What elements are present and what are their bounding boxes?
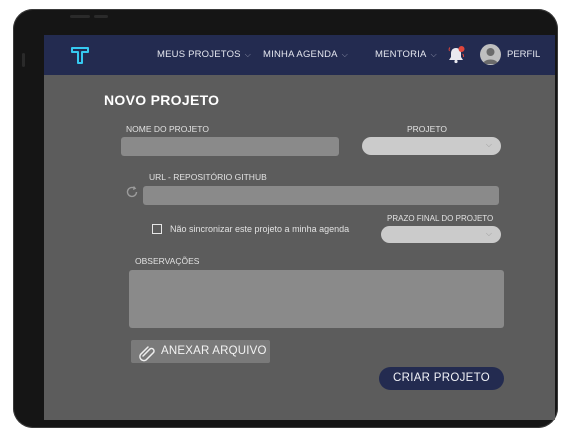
- deadline-select[interactable]: ⌵: [381, 226, 501, 243]
- profile-link[interactable]: PERFIL: [507, 49, 540, 60]
- paperclip-icon: [139, 346, 155, 362]
- tablet-frame: MEUS PROJETOS ⌵ MINHA AGENDA ⌵ MENTORIA ⌵: [13, 9, 558, 428]
- top-navbar: MEUS PROJETOS ⌵ MINHA AGENDA ⌵ MENTORIA ⌵: [44, 35, 555, 75]
- nav-meus-projetos[interactable]: MEUS PROJETOS ⌵: [157, 49, 251, 60]
- bell-icon[interactable]: [446, 45, 466, 65]
- notes-textarea[interactable]: [129, 270, 504, 328]
- app-screen: MEUS PROJETOS ⌵ MINHA AGENDA ⌵ MENTORIA ⌵: [44, 35, 555, 420]
- github-url-input[interactable]: [143, 186, 499, 205]
- github-url-label: URL - REPOSITÓRIO GITHUB: [149, 172, 267, 182]
- nav-meus-projetos-label: MEUS PROJETOS: [157, 49, 241, 60]
- project-name-label: NOME DO PROJETO: [126, 124, 209, 134]
- create-project-button[interactable]: CRIAR PROJETO: [379, 367, 504, 390]
- tablet-button: [22, 53, 25, 67]
- deadline-label: PRAZO FINAL DO PROJETO: [387, 214, 494, 223]
- t-logo-icon[interactable]: [70, 45, 90, 65]
- user-avatar-icon[interactable]: [480, 44, 501, 65]
- project-select[interactable]: ⌵: [362, 137, 501, 155]
- refresh-icon[interactable]: [125, 185, 139, 199]
- attach-file-label: ANEXAR ARQUIVO: [161, 345, 267, 357]
- chevron-down-icon: ⌵: [485, 140, 492, 149]
- project-name-input[interactable]: [121, 137, 339, 156]
- chevron-down-icon: ⌵: [430, 50, 437, 59]
- nav-mentoria-label: MENTORIA: [375, 49, 427, 60]
- no-sync-checkbox[interactable]: [152, 224, 162, 234]
- chevron-down-icon: ⌵: [485, 229, 492, 238]
- no-sync-label: Não sincronizar este projeto a minha age…: [170, 224, 350, 234]
- page-title: NOVO PROJETO: [104, 92, 220, 108]
- nav-minha-agenda[interactable]: MINHA AGENDA ⌵: [263, 49, 348, 60]
- attach-file-button[interactable]: ANEXAR ARQUIVO: [131, 340, 270, 363]
- tablet-button: [94, 15, 108, 18]
- project-select-label: PROJETO: [407, 124, 447, 134]
- nav-mentoria[interactable]: MENTORIA ⌵: [375, 49, 437, 60]
- nav-minha-agenda-label: MINHA AGENDA: [263, 49, 338, 60]
- chevron-down-icon: ⌵: [244, 50, 251, 59]
- chevron-down-icon: ⌵: [341, 50, 348, 59]
- tablet-button: [70, 15, 90, 18]
- notes-label: OBSERVAÇÕES: [135, 256, 200, 266]
